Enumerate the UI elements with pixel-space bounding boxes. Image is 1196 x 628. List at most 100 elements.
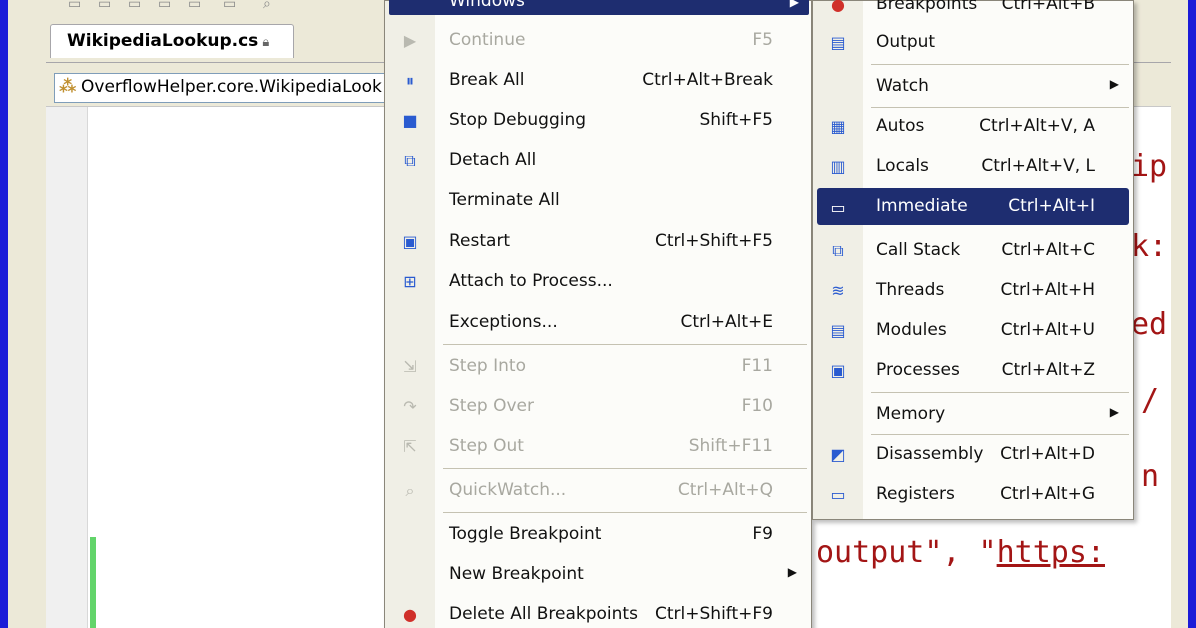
menu-item-memory[interactable]: Memory ▶: [813, 395, 1133, 435]
menu-item-shortcut: Ctrl+Alt+E: [680, 312, 774, 332]
menu-item-label: Continue: [449, 30, 526, 50]
play-icon: ▶: [403, 31, 417, 50]
menu-item-modules[interactable]: ▤ Modules Ctrl+Alt+U: [813, 311, 1133, 351]
menu-item-label: Step Into: [449, 356, 526, 376]
menu-item-delete-all-breakpoints[interactable]: ● Delete All Breakpoints Ctrl+Shift+F9: [385, 595, 811, 628]
modules-icon: ▤: [830, 321, 846, 340]
menu-item-processes[interactable]: ▣ Processes Ctrl+Alt+Z: [813, 351, 1133, 391]
menu-item-shortcut: Ctrl+Alt+U: [1000, 320, 1095, 340]
submenu-arrow-icon: ▶: [787, 565, 797, 579]
menu-item-label: Locals: [876, 156, 929, 176]
menu-item-step-into[interactable]: ⇲ Step Into F11: [385, 347, 811, 387]
menu-item-attach-to-process[interactable]: ⊞ Attach to Process...: [385, 262, 811, 302]
menu-item-registers[interactable]: ▭ Registers Ctrl+Alt+G: [813, 475, 1133, 515]
menu-item-label: Restart: [449, 231, 511, 251]
menu-item-shortcut: Ctrl+Alt+C: [1001, 240, 1095, 260]
call-stack-icon: ⧉: [832, 241, 844, 260]
class-dropdown[interactable]: ⁂ OverflowHelper.core.WikipediaLook: [54, 73, 394, 103]
menu-item-label: Threads: [876, 280, 945, 300]
menu-item-breakpoints[interactable]: ● Breakpoints Ctrl+Alt+B: [813, 0, 1133, 25]
code-string: output", ": [816, 535, 997, 570]
menu-item-continue[interactable]: ▶ Continue F5: [385, 21, 811, 61]
breakpoints-icon: ●: [831, 0, 845, 14]
menu-item-shortcut: Ctrl+Alt+Z: [1001, 360, 1095, 380]
menu-item-label: Stop Debugging: [449, 110, 587, 130]
menu-item-label: Detach All: [449, 150, 537, 170]
immediate-icon: ▭: [830, 198, 846, 217]
menu-item-label: Output: [876, 32, 936, 52]
step-out-icon: ⇱: [403, 437, 417, 456]
menu-item-output[interactable]: ▤ Output: [813, 23, 1133, 63]
menu-item-shortcut: Ctrl+Alt+B: [1001, 0, 1095, 14]
menu-item-step-out[interactable]: ⇱ Step Out Shift+F11: [385, 427, 811, 467]
menu-item-watch[interactable]: Watch ▶: [813, 67, 1133, 107]
menu-separator: [443, 468, 807, 469]
delete-breakpoints-icon: ●: [403, 605, 417, 624]
menu-item-immediate[interactable]: ▭ Immediate Ctrl+Alt+I: [817, 188, 1129, 225]
menu-item-terminate-all[interactable]: Terminate All: [385, 181, 811, 221]
menu-item-label: Processes: [876, 360, 960, 380]
menu-item-shortcut: Ctrl+Alt+G: [1000, 484, 1095, 504]
menu-item-shortcut: F10: [741, 396, 773, 416]
menu-item-detach-all[interactable]: ⧉ Detach All: [385, 141, 811, 181]
menu-separator: [871, 64, 1129, 65]
menu-item-call-stack[interactable]: ⧉ Call Stack Ctrl+Alt+C: [813, 231, 1133, 271]
menu-item-label: Memory: [876, 404, 946, 424]
menu-item-toggle-breakpoint[interactable]: Toggle Breakpoint F9: [385, 515, 811, 555]
code-url: https:: [996, 535, 1105, 570]
debug-menu: Windows ▶ ▶ Continue F5 ⏸ Break All Ctrl…: [384, 0, 812, 628]
submenu-arrow-icon: ▶: [1109, 405, 1119, 419]
document-tab-label: WikipediaLookup.cs: [67, 31, 259, 51]
menu-item-new-breakpoint[interactable]: New Breakpoint ▶: [385, 555, 811, 595]
menu-item-label: Autos: [876, 116, 925, 136]
menu-item-disassembly[interactable]: ◩ Disassembly Ctrl+Alt+D: [813, 435, 1133, 475]
lock-icon: 🔒︎: [262, 35, 270, 50]
menu-item-label: Disassembly: [876, 444, 984, 464]
menu-item-stop-debugging[interactable]: ■ Stop Debugging Shift+F5: [385, 101, 811, 141]
code-line: output", "https:: [816, 535, 1105, 570]
code-fragment: ed: [1131, 307, 1168, 342]
toolbar-button-icon[interactable]: ▭: [128, 0, 141, 12]
menu-item-shortcut: Ctrl+Alt+V, A: [979, 116, 1095, 136]
autos-icon: ▦: [830, 117, 846, 136]
code-fragment: /: [1141, 383, 1160, 418]
menu-item-label: Windows: [449, 0, 525, 11]
menu-item-autos[interactable]: ▦ Autos Ctrl+Alt+V, A: [813, 107, 1133, 147]
quickwatch-icon: ⌕: [405, 481, 415, 500]
menu-item-restart[interactable]: ▣ Restart Ctrl+Shift+F5: [385, 222, 811, 262]
output-icon: ▤: [830, 33, 846, 52]
menu-item-shortcut: Ctrl+Alt+Break: [642, 70, 773, 90]
menu-item-label: Modules: [876, 320, 947, 340]
class-dropdown-value: OverflowHelper.core.WikipediaLook: [81, 77, 382, 97]
toolbar-button-icon[interactable]: ▭: [98, 0, 111, 12]
pause-icon: ⏸: [405, 71, 414, 90]
restart-icon: ▣: [402, 232, 418, 251]
editor-gutter: [46, 107, 88, 628]
menu-item-threads[interactable]: ≋ Threads Ctrl+Alt+H: [813, 271, 1133, 311]
stop-icon: ■: [402, 111, 418, 130]
menu-item-shortcut: F11: [741, 356, 773, 376]
menu-item-label: Toggle Breakpoint: [449, 524, 602, 544]
attach-icon: ⊞: [403, 272, 417, 291]
menu-item-windows[interactable]: Windows ▶: [389, 0, 809, 15]
menu-separator: [443, 344, 807, 345]
menu-item-exceptions[interactable]: Exceptions... Ctrl+Alt+E: [385, 303, 811, 343]
menu-item-locals[interactable]: ▥ Locals Ctrl+Alt+V, L: [813, 147, 1133, 187]
menu-separator: [871, 392, 1129, 393]
menu-item-quickwatch[interactable]: ⌕ QuickWatch... Ctrl+Alt+Q: [385, 471, 811, 511]
menu-item-shortcut: Shift+F11: [688, 436, 773, 456]
menu-item-break-all[interactable]: ⏸ Break All Ctrl+Alt+Break: [385, 61, 811, 101]
menu-item-label: Registers: [876, 484, 955, 504]
toolbar-button-icon[interactable]: ▭: [188, 0, 201, 12]
toolbar-button-icon[interactable]: ▭: [68, 0, 81, 12]
windows-submenu: ● Breakpoints Ctrl+Alt+B ▤ Output Watch …: [812, 0, 1134, 520]
toolbar-button-icon[interactable]: ▭: [158, 0, 171, 12]
menu-item-label: Breakpoints: [876, 0, 978, 14]
code-fragment: k:: [1131, 229, 1168, 264]
menu-item-step-over[interactable]: ↷ Step Over F10: [385, 387, 811, 427]
menu-item-shortcut: Ctrl+Alt+I: [1008, 196, 1095, 216]
search-icon[interactable]: ⌕: [263, 0, 271, 12]
document-tab[interactable]: WikipediaLookup.cs 🔒︎: [50, 24, 294, 58]
processes-icon: ▣: [830, 361, 846, 380]
toolbar-button-icon[interactable]: ▭: [223, 0, 236, 12]
